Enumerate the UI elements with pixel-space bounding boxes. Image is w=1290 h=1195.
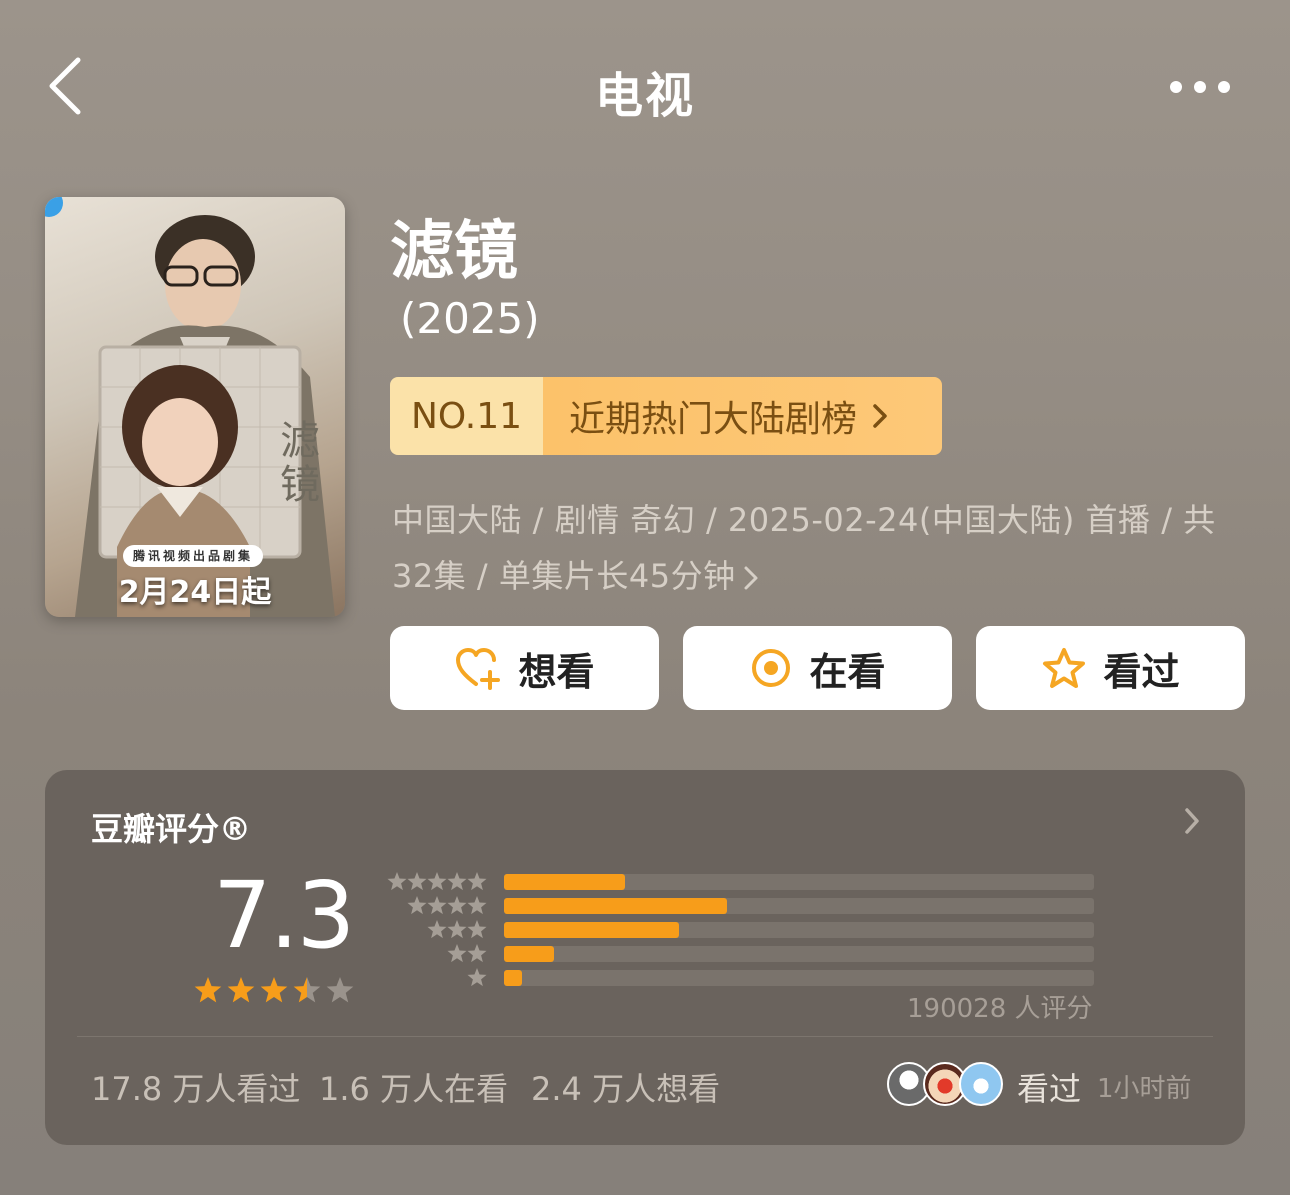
heart-plus-icon bbox=[456, 648, 501, 690]
distribution-bar-track bbox=[504, 898, 1094, 914]
rating-title: 豆瓣评分® bbox=[91, 810, 252, 848]
stat-watched: 17.8 万人看过 bbox=[91, 1070, 301, 1108]
chevron-right-icon bbox=[744, 566, 758, 590]
rating-star bbox=[326, 977, 354, 1003]
distribution-star bbox=[407, 896, 427, 915]
watched-label: 看过 bbox=[1103, 649, 1180, 694]
distribution-star bbox=[467, 872, 487, 891]
distribution-star bbox=[427, 872, 447, 891]
rating-star bbox=[227, 977, 255, 1003]
show-meta[interactable]: 中国大陆 / 剧情 奇幻 / 2025-02-24(中国大陆) 首播 / 共32… bbox=[392, 492, 1242, 604]
distribution-star bbox=[427, 920, 447, 939]
page-title: 电视 bbox=[594, 68, 695, 124]
watched-button[interactable]: 看过 bbox=[976, 626, 1245, 710]
distribution-bar-track bbox=[504, 922, 1094, 938]
rating-score: 7.3 bbox=[213, 862, 355, 969]
more-dots-icon bbox=[1170, 81, 1230, 93]
distribution-bar-track bbox=[504, 970, 1094, 986]
distribution-star bbox=[447, 896, 467, 915]
show-year: (2025) bbox=[400, 294, 540, 343]
more-button[interactable] bbox=[1160, 70, 1240, 104]
show-title: 滤镜 bbox=[390, 215, 518, 289]
friends-time: 1小时前 bbox=[1097, 1074, 1192, 1104]
watching-label: 在看 bbox=[809, 649, 886, 694]
distribution-star bbox=[387, 872, 407, 891]
poster-tag: 腾讯视频出品剧集 bbox=[123, 545, 263, 567]
want-button[interactable]: 想看 bbox=[390, 626, 659, 710]
distribution-star bbox=[447, 872, 467, 891]
rating-card[interactable]: 豆瓣评分® 7.3 190028 人评分 17.8 万人看过 1.6 万人在看 … bbox=[45, 770, 1245, 1145]
avatar bbox=[959, 1062, 1003, 1106]
distribution-star bbox=[467, 944, 487, 963]
distribution-bar-track bbox=[504, 946, 1094, 962]
rank-label-wrap: 近期热门大陆剧榜 bbox=[543, 377, 942, 455]
chevron-right-icon[interactable] bbox=[1181, 806, 1203, 836]
distribution-bar-track bbox=[504, 874, 1094, 890]
distribution-bar-3-star bbox=[504, 922, 680, 938]
stat-watching: 1.6 万人在看 bbox=[319, 1070, 509, 1108]
distribution-star bbox=[467, 896, 487, 915]
rating-star bbox=[293, 977, 321, 1003]
poster-date: 2月24日起 bbox=[118, 575, 272, 610]
distribution-star-labels bbox=[387, 872, 487, 987]
distribution-bar-4-star bbox=[504, 898, 727, 914]
rating-count: 190028 人评分 bbox=[907, 994, 1093, 1024]
distribution-bar-1-star bbox=[504, 970, 522, 986]
distribution-star bbox=[447, 920, 467, 939]
target-icon bbox=[752, 649, 791, 687]
watermark bbox=[486, 1150, 806, 1184]
rank-label: 近期热门大陆剧榜 bbox=[569, 399, 858, 440]
show-meta-text: 中国大陆 / 剧情 奇幻 / 2025-02-24(中国大陆) 首播 / 共32… bbox=[392, 501, 1216, 595]
distribution-star bbox=[407, 872, 427, 891]
star-outline-icon bbox=[1043, 648, 1086, 688]
poster-title-art: 滤镜 bbox=[273, 419, 319, 507]
rating-star bbox=[194, 977, 222, 1003]
rank-number: NO.11 bbox=[390, 377, 543, 455]
distribution-star bbox=[467, 968, 487, 987]
poster-image[interactable]: 滤镜 腾讯视频出品剧集 2月24日起 bbox=[45, 197, 345, 617]
chevron-right-icon bbox=[873, 404, 887, 428]
friends-label: 看过 bbox=[1017, 1070, 1082, 1108]
distribution-star bbox=[427, 896, 447, 915]
watching-button[interactable]: 在看 bbox=[683, 626, 952, 710]
card-divider bbox=[77, 1036, 1213, 1037]
stat-want: 2.4 万人想看 bbox=[531, 1070, 721, 1108]
want-label: 想看 bbox=[518, 649, 595, 694]
distribution-star bbox=[447, 944, 467, 963]
rank-badge[interactable]: NO.11 近期热门大陆剧榜 bbox=[390, 377, 942, 455]
rating-star bbox=[260, 977, 288, 1003]
distribution-star bbox=[467, 920, 487, 939]
score-stars bbox=[194, 977, 354, 1003]
friend-avatars[interactable] bbox=[887, 1062, 1007, 1108]
distribution-bar-2-star bbox=[504, 946, 555, 962]
distribution-bar-5-star bbox=[504, 874, 625, 890]
